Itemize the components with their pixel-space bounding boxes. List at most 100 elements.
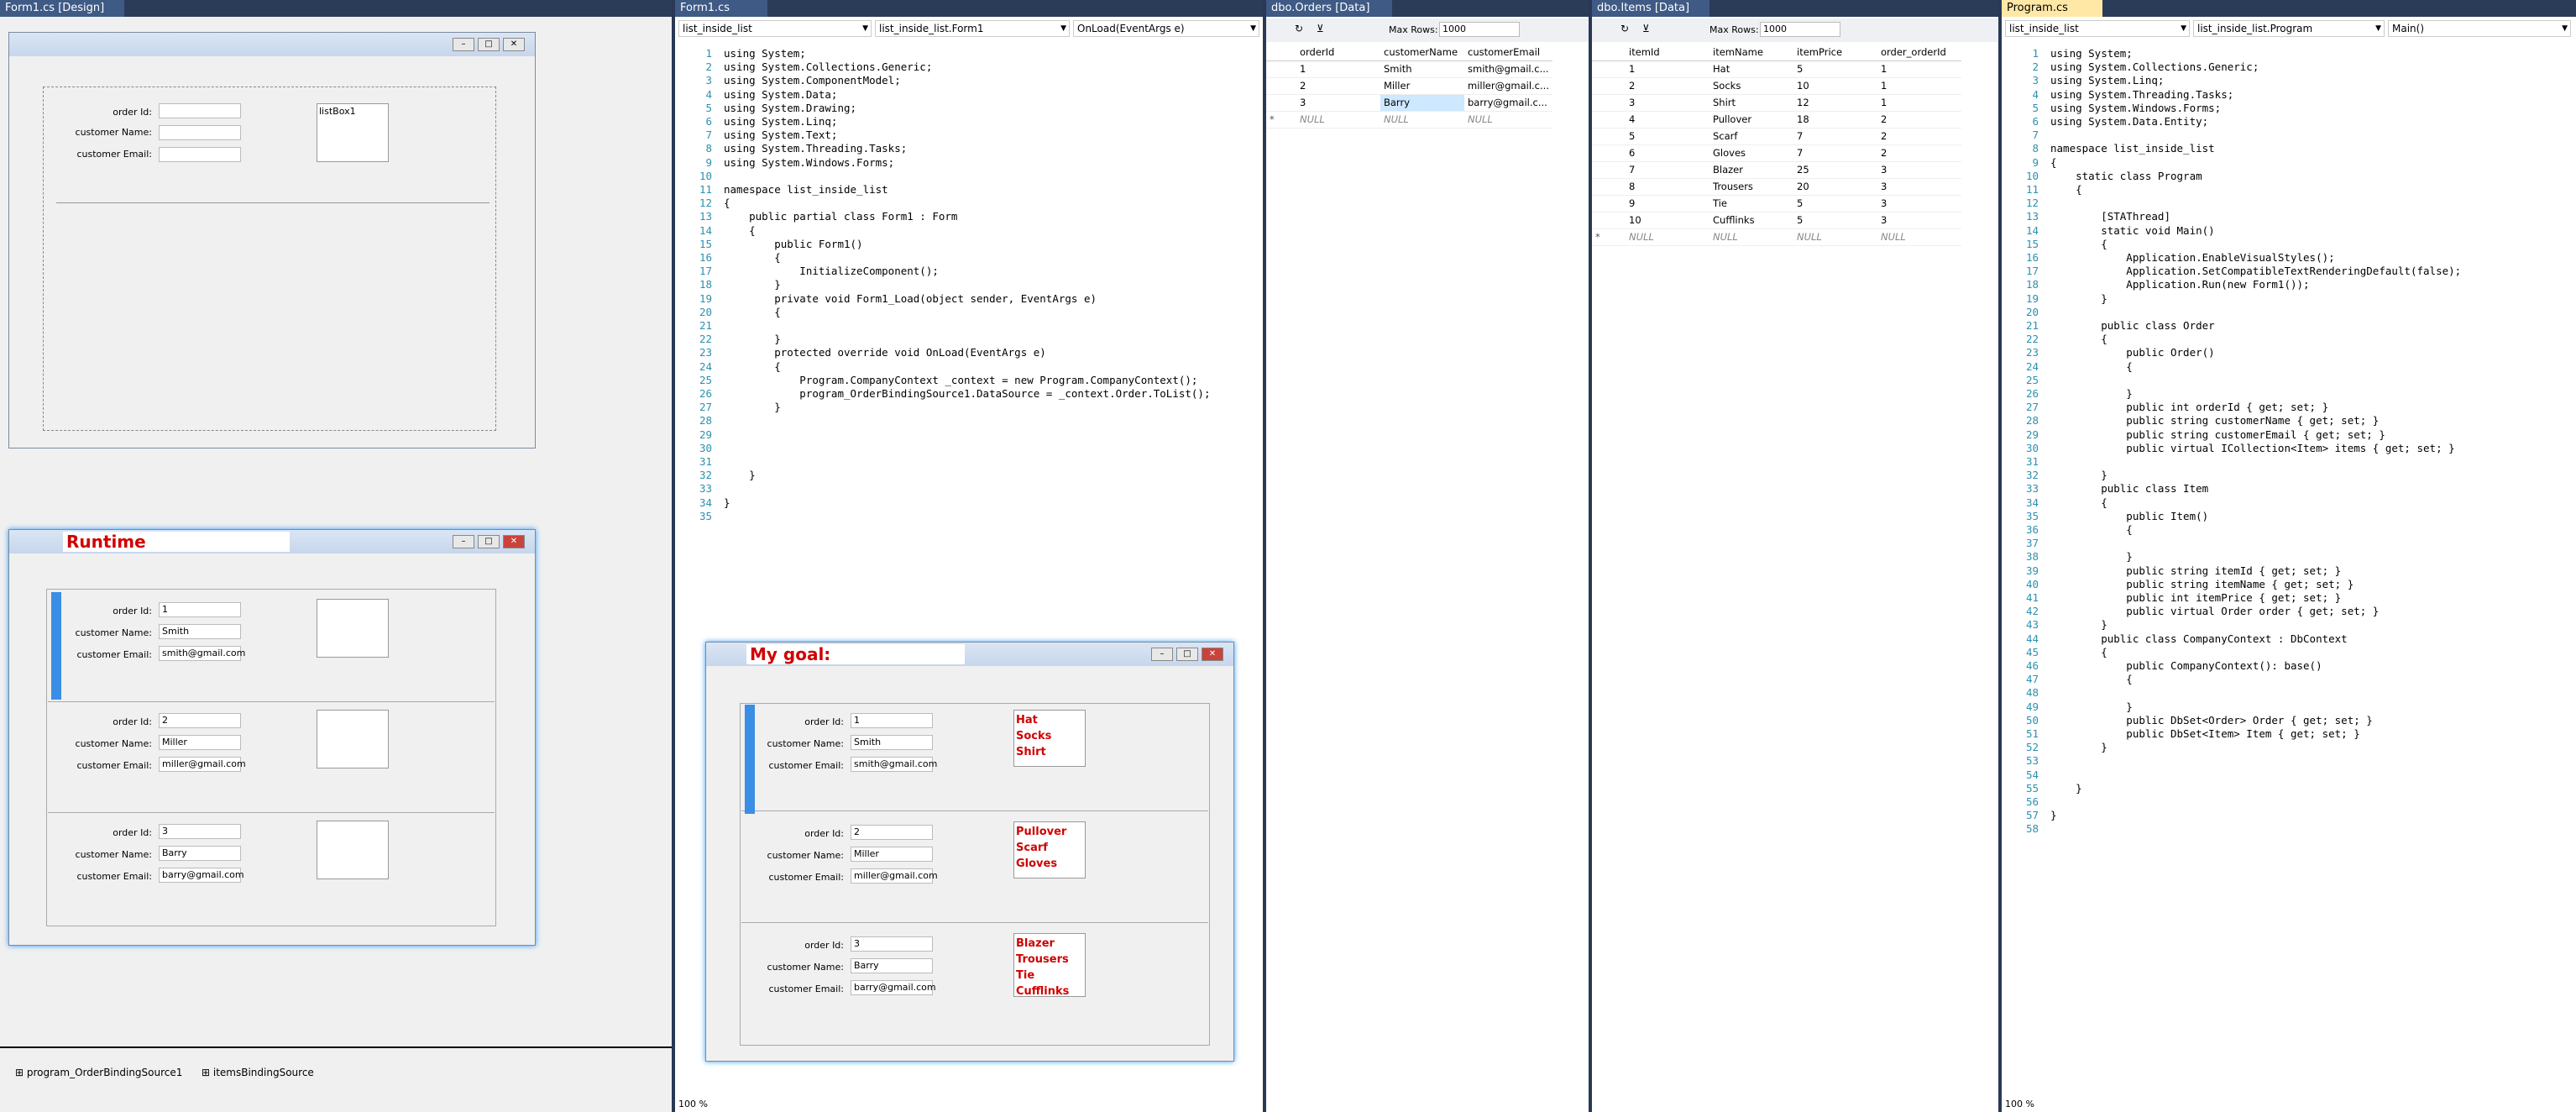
table-cell[interactable]: 3 [1877,212,1961,229]
row-header[interactable] [1592,94,1626,112]
goal-window[interactable]: My goal: – □ ✕ order Id: 1 customer Name: S… [705,642,1234,1062]
table-row[interactable]: * NULL NULL NULL NULL [1592,228,1961,246]
minimize-button[interactable]: – [453,535,474,548]
row-header[interactable]: * [1592,228,1626,246]
maximize-button[interactable]: □ [1176,648,1198,661]
table-cell[interactable]: 5 [1626,128,1709,145]
table-row[interactable]: 3 Barry barry@gmail.c... [1266,94,1552,112]
row-header[interactable] [1592,60,1626,78]
col-customeremail[interactable]: customerEmail [1464,44,1552,61]
runtime-window[interactable]: Runtime – □ ✕ order Id: 1 customer Name: Sm… [8,529,536,946]
list-item[interactable]: Scarf [1016,840,1083,856]
table-row[interactable]: 2 Miller miller@gmail.c... [1266,77,1552,95]
tab-designer[interactable]: Form1.cs [Design] [0,0,124,17]
table-cell[interactable]: NULL [1296,111,1380,129]
refresh-icon[interactable]: ↻ [1295,23,1303,34]
table-cell[interactable]: Scarf [1709,128,1793,145]
table-cell[interactable]: NULL [1464,111,1552,129]
col-customername[interactable]: customerName [1380,44,1464,61]
table-cell[interactable]: 25 [1793,161,1877,179]
table-row[interactable]: 7 Blazer 25 3 [1592,161,1961,179]
table-cell[interactable]: 1 [1296,60,1380,78]
form1-code-editor[interactable]: 1 using System; 2 using System.Collections.… [675,40,1263,544]
row-header[interactable] [1592,144,1626,162]
close-button[interactable]: ✕ [503,535,525,548]
project-dropdown[interactable]: list_inside_list ▼ [678,20,872,37]
row-header[interactable] [1592,178,1626,196]
table-cell[interactable]: Barry [1380,94,1464,112]
row-header[interactable] [1266,60,1296,78]
item-listbox[interactable]: Hat Socks Shirt [1013,710,1086,767]
col-itemprice[interactable]: itemPrice [1793,44,1877,61]
table-cell[interactable]: 3 [1877,195,1961,212]
refresh-icon[interactable]: ↻ [1620,23,1629,34]
row-header[interactable] [1266,94,1296,112]
row-header[interactable] [1592,195,1626,212]
zoom-level[interactable]: 100 % [2005,1099,2034,1109]
table-row[interactable]: 6 Gloves 7 2 [1592,144,1961,162]
customer-name-textbox[interactable]: Miller [851,847,933,862]
customer-name-textbox[interactable]: Miller [159,735,241,750]
table-cell[interactable]: 7 [1793,128,1877,145]
design-repeater[interactable] [43,87,496,431]
col-orderorderid[interactable]: order_orderId [1877,44,1961,61]
close-button[interactable]: ✕ [1202,648,1223,661]
table-cell[interactable]: miller@gmail.c... [1464,77,1552,95]
table-cell[interactable]: 12 [1793,94,1877,112]
list-item[interactable]: Gloves [1016,856,1083,872]
tab-program-cs[interactable]: Program.cs [2002,0,2102,17]
table-cell[interactable]: 5 [1793,60,1877,78]
max-rows-input[interactable]: 1000 [1439,22,1520,37]
customer-email-textbox[interactable]: barry@gmail.com [159,868,244,883]
table-row[interactable]: 4 Pullover 18 2 [1592,111,1961,129]
list-item[interactable]: Shirt [1016,744,1083,760]
list-item[interactable]: Socks [1016,728,1083,744]
table-cell[interactable]: NULL [1709,228,1793,246]
order-id-textbox[interactable] [159,103,241,118]
table-cell[interactable]: 3 [1877,178,1961,196]
table-cell[interactable]: 6 [1626,144,1709,162]
maximize-button[interactable]: □ [478,38,500,51]
table-cell[interactable]: 8 [1626,178,1709,196]
table-cell[interactable]: Socks [1709,77,1793,95]
row-header[interactable] [1592,111,1626,129]
list-item[interactable]: Hat [1016,712,1083,728]
table-cell[interactable]: Blazer [1709,161,1793,179]
table-cell[interactable]: Trousers [1709,178,1793,196]
row-header[interactable]: * [1266,111,1296,129]
table-cell[interactable]: 1 [1877,94,1961,112]
filter-icon[interactable]: ⊻ [1317,23,1324,34]
table-cell[interactable]: 2 [1877,128,1961,145]
list-item[interactable]: Blazer [1016,936,1083,952]
table-cell[interactable]: 20 [1793,178,1877,196]
table-cell[interactable]: Tie [1709,195,1793,212]
table-cell[interactable]: 10 [1793,77,1877,95]
table-row[interactable]: 10 Cufflinks 5 3 [1592,212,1961,229]
table-row[interactable]: 2 Socks 10 1 [1592,77,1961,95]
table-row[interactable]: 8 Trousers 20 3 [1592,178,1961,196]
table-cell[interactable]: NULL [1877,228,1961,246]
maximize-button[interactable]: □ [478,535,500,548]
customer-email-textbox[interactable]: smith@gmail.com [851,757,937,772]
row-listbox[interactable] [317,710,389,768]
table-cell[interactable]: 9 [1626,195,1709,212]
table-cell[interactable]: smith@gmail.c... [1464,60,1552,78]
order-id-textbox[interactable]: 2 [159,713,241,728]
customer-name-textbox[interactable]: Barry [159,846,241,861]
item-listbox[interactable]: Blazer Trousers Tie Cufflinks [1013,933,1086,998]
col-itemname[interactable]: itemName [1709,44,1793,61]
order-id-textbox[interactable]: 2 [851,825,933,840]
max-rows-input[interactable]: 1000 [1760,22,1840,37]
table-cell[interactable]: 5 [1793,212,1877,229]
table-cell[interactable]: 10 [1626,212,1709,229]
table-cell[interactable]: 7 [1793,144,1877,162]
tab-items-data[interactable]: dbo.Items [Data] [1592,0,1709,17]
row-header[interactable] [1592,77,1626,95]
table-cell[interactable]: Cufflinks [1709,212,1793,229]
col-orderid[interactable]: orderId [1296,44,1380,61]
item-listbox[interactable]: Pullover Scarf Gloves [1013,821,1086,879]
table-cell[interactable]: 3 [1626,94,1709,112]
table-row[interactable]: * NULL NULL NULL [1266,111,1552,129]
table-cell[interactable]: Hat [1709,60,1793,78]
order-id-textbox[interactable]: 3 [851,936,933,952]
